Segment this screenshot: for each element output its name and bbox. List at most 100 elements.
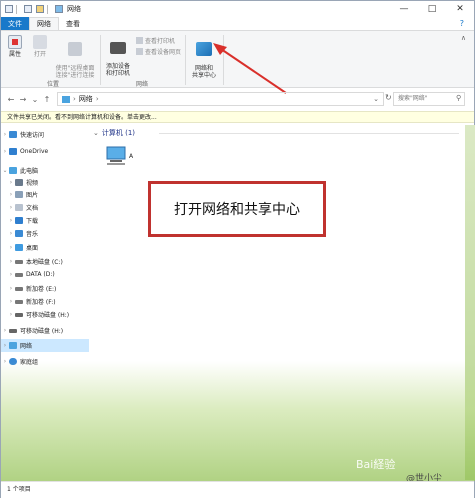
chevron-right-icon[interactable]: ›: [7, 285, 15, 292]
group-header[interactable]: ⌄ 计算机 (1): [93, 128, 135, 138]
chevron-right-icon[interactable]: ›: [1, 148, 9, 155]
nav-item-onedrive[interactable]: › OneDrive: [1, 145, 89, 158]
dropdown-chevron-icon[interactable]: ⌄: [373, 95, 379, 103]
close-button[interactable]: ✕: [446, 1, 474, 17]
nav-item-drive-f[interactable]: › 新加卷 (F:): [1, 295, 89, 308]
nav-label: 可移动磁盘 (H:): [26, 312, 70, 319]
open-button[interactable]: 打开: [29, 35, 51, 58]
chevron-right-icon[interactable]: ›: [7, 179, 15, 186]
nav-label: 新加卷 (F:): [26, 299, 56, 306]
view-device-page-button[interactable]: 查看设备网页: [136, 47, 181, 56]
chevron-right-icon[interactable]: ›: [1, 342, 9, 349]
chevron-right-icon[interactable]: ›: [7, 191, 15, 198]
help-icon[interactable]: ?: [460, 17, 464, 30]
info-bar[interactable]: 文件共享已关闭。看不到网络计算机和设备。单击更改...: [1, 111, 474, 123]
properties-label: 属性: [8, 51, 21, 58]
separator: [16, 4, 17, 14]
breadcrumb-network[interactable]: 网络: [79, 94, 93, 104]
chevron-right-icon[interactable]: ›: [7, 217, 15, 224]
video-folder-icon: [15, 179, 23, 186]
remote-desktop-icon: [68, 42, 82, 56]
chevron-right-icon[interactable]: ›: [7, 271, 15, 278]
tab-file[interactable]: 文件: [1, 17, 29, 30]
nav-label: 网络: [20, 343, 33, 350]
nav-item-drive-e[interactable]: › 新加卷 (E:): [1, 282, 89, 295]
chevron-right-icon[interactable]: ›: [7, 244, 15, 251]
documents-folder-icon: [15, 204, 23, 211]
nav-label: 音乐: [26, 231, 39, 238]
open-label: 打开: [33, 51, 46, 58]
network-icon: [55, 5, 63, 13]
chevron-right-icon[interactable]: ›: [7, 204, 15, 211]
group-header-label: 计算机 (1): [101, 129, 136, 137]
nav-item-drive-d[interactable]: › DATA (D:): [1, 268, 89, 281]
remote-desktop-button[interactable]: 使用"远程桌面 连接"进行连接: [51, 35, 99, 79]
chevron-right-icon[interactable]: ›: [7, 230, 15, 237]
nav-item-removable-h[interactable]: › 可移动磁盘 (H:): [1, 308, 89, 321]
back-icon[interactable]: ←: [5, 95, 17, 104]
chevron-down-icon[interactable]: ⌄: [93, 129, 99, 137]
webpage-small-icon: [136, 48, 143, 55]
nav-item-desktop[interactable]: › 桌面: [1, 241, 89, 254]
computer-icon[interactable]: [104, 145, 130, 167]
network-icon: [62, 95, 70, 103]
nav-item-documents[interactable]: › 文档: [1, 201, 89, 214]
tab-view[interactable]: 查看: [59, 17, 87, 30]
breadcrumb-chevron-icon[interactable]: ›: [73, 95, 76, 103]
wallpaper-overlay: [1, 361, 475, 481]
nav-label: 桌面: [26, 245, 39, 252]
chevron-right-icon[interactable]: ›: [7, 258, 15, 265]
recent-locations-icon[interactable]: ⌄: [29, 95, 41, 104]
nav-label: 快速访问: [20, 132, 45, 139]
search-input[interactable]: 搜索"网络": [393, 92, 465, 106]
annotation-box: 打开网络和共享中心: [148, 181, 326, 237]
tab-network[interactable]: 网络: [29, 17, 59, 30]
view-printers-button[interactable]: 查看打印机: [136, 36, 175, 45]
nav-label: OneDrive: [20, 148, 49, 155]
music-folder-icon: [15, 230, 23, 237]
address-box[interactable]: › 网络 › ⌄: [57, 92, 384, 106]
nav-label: DATA (D:): [26, 271, 55, 278]
chevron-right-icon[interactable]: ›: [7, 298, 15, 305]
maximize-button[interactable]: □: [418, 1, 446, 17]
ribbon-tabs: 文件 网络 查看 ?: [1, 17, 474, 30]
forward-icon[interactable]: →: [17, 95, 29, 104]
nav-item-quick-access[interactable]: › 快速访问: [1, 128, 89, 141]
nav-label: 图片: [26, 192, 39, 199]
computer-label[interactable]: A: [129, 153, 133, 160]
breadcrumb-chevron-icon[interactable]: ›: [96, 95, 99, 103]
printer-small-icon: [136, 37, 143, 44]
checkbox-icon[interactable]: [24, 5, 32, 13]
nav-item-music[interactable]: › 音乐: [1, 227, 89, 240]
usb-drive-icon: [15, 312, 23, 317]
nav-item-downloads[interactable]: › 下载: [1, 214, 89, 227]
nav-label: 新加卷 (E:): [26, 286, 57, 293]
nav-item-removable-h2[interactable]: › 可移动磁盘 (H:): [1, 324, 89, 337]
chevron-down-icon[interactable]: ⌄: [1, 167, 9, 174]
printer-icon: [110, 42, 126, 54]
chevron-right-icon[interactable]: ›: [1, 327, 9, 334]
address-bar-row: ← → ⌄ ↑ › 网络 › ⌄ ↻ 搜索"网络" ⚲: [1, 91, 474, 107]
add-device-button[interactable]: 添加设备 和打印机: [101, 35, 135, 77]
group-divider: [185, 35, 186, 85]
up-icon[interactable]: ↑: [41, 95, 53, 104]
drive-icon: [15, 259, 23, 264]
quick-access-folder-icon[interactable]: [36, 5, 44, 13]
nav-item-network[interactable]: › 网络: [1, 339, 89, 352]
nav-item-drive-c[interactable]: › 本地磁盘 (C:): [1, 255, 89, 268]
desktop-folder-icon: [15, 244, 23, 251]
title-bar: 网络 — □ ✕: [1, 1, 474, 17]
refresh-icon[interactable]: ↻: [385, 93, 392, 102]
drive-icon: [15, 272, 23, 277]
nav-item-pictures[interactable]: › 图片: [1, 188, 89, 201]
separator: [47, 4, 48, 14]
minimize-button[interactable]: —: [390, 1, 418, 17]
chevron-right-icon[interactable]: ›: [1, 131, 9, 138]
properties-button[interactable]: 属性: [5, 35, 25, 58]
chevron-right-icon[interactable]: ›: [7, 311, 15, 318]
explorer-window: 网络 — □ ✕ 文件 网络 查看 ? 属性 打开 使用"远程桌面 连接"进行连…: [0, 0, 475, 499]
group-label-network: 网络: [136, 81, 149, 88]
star-icon: [9, 131, 17, 138]
ribbon-collapse-icon[interactable]: ∧: [461, 34, 466, 42]
search-icon: ⚲: [456, 94, 462, 102]
